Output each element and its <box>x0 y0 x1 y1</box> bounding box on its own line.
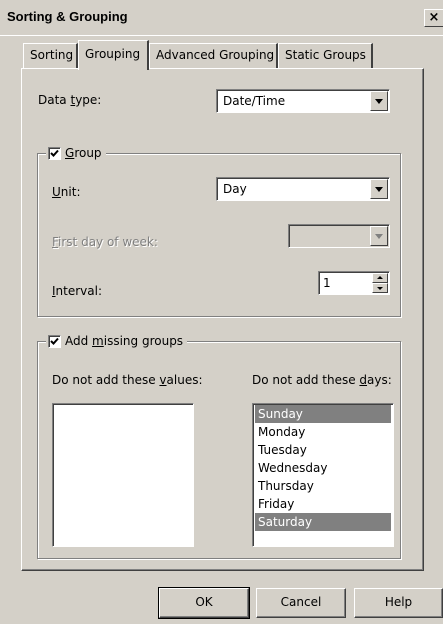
cancel-button[interactable]: Cancel <box>256 588 346 618</box>
list-item-monday[interactable]: Monday <box>255 423 391 441</box>
ok-button[interactable]: OK <box>158 587 250 619</box>
tab-advanced-grouping[interactable]: Advanced Grouping <box>149 43 278 68</box>
data-type-value: Date/Time <box>223 94 286 108</box>
arrow-up-icon <box>377 276 383 279</box>
tab-label: Static Groups <box>285 48 366 62</box>
tab-sorting[interactable]: Sorting <box>23 43 78 68</box>
list-item-friday[interactable]: Friday <box>255 495 391 513</box>
first-day-dropdown-button[interactable] <box>370 226 388 246</box>
group-checkbox[interactable] <box>48 146 61 160</box>
list-item-thursday[interactable]: Thursday <box>255 477 391 495</box>
group-label: Group <box>65 146 102 160</box>
interval-spinner[interactable]: 1 <box>318 271 390 295</box>
missing-groups-checkbox-row[interactable]: Add missing groups <box>46 333 188 349</box>
list-item-wednesday[interactable]: Wednesday <box>255 459 391 477</box>
group-checkbox-row[interactable]: Group <box>46 145 106 161</box>
days-listbox[interactable]: Sunday Monday Tuesday Wednesday Thursday… <box>252 403 394 547</box>
arrow-down-icon <box>377 287 383 290</box>
values-listbox[interactable] <box>52 403 194 547</box>
list-item-tuesday[interactable]: Tuesday <box>255 441 391 459</box>
days-list-label: Do not add these days: <box>252 373 392 387</box>
chevron-down-icon <box>375 234 383 239</box>
window-title: Sorting & Grouping <box>7 9 128 24</box>
unit-combo[interactable]: Day <box>216 177 390 201</box>
tab-label: Grouping <box>85 47 141 61</box>
data-type-combo[interactable]: Date/Time <box>216 89 390 113</box>
first-day-combo[interactable] <box>288 224 390 248</box>
tab-static-groups[interactable]: Static Groups <box>278 43 373 68</box>
chevron-down-icon <box>375 187 383 192</box>
missing-groups-label: Add missing groups <box>65 334 184 348</box>
help-button[interactable]: Help <box>354 588 443 618</box>
list-item-sunday[interactable]: Sunday <box>255 405 391 423</box>
spin-up-button[interactable] <box>372 273 388 283</box>
first-day-label: First day of week: <box>52 235 158 249</box>
checkmark-icon <box>50 149 59 157</box>
data-type-dropdown-button[interactable] <box>370 91 388 111</box>
data-type-label: Data type: <box>38 93 102 107</box>
chevron-down-icon <box>375 99 383 104</box>
unit-label: Unit: <box>52 185 81 199</box>
missing-groups-checkbox[interactable] <box>48 334 61 348</box>
spin-down-button[interactable] <box>372 283 388 293</box>
tab-grouping[interactable]: Grouping <box>78 40 149 70</box>
interval-label: Interval: <box>52 284 103 298</box>
close-button[interactable]: × <box>424 9 443 27</box>
tab-label: Sorting <box>30 48 74 62</box>
tab-label: Advanced Grouping <box>156 48 275 62</box>
interval-value[interactable]: 1 <box>323 276 331 290</box>
list-item-saturday[interactable]: Saturday <box>255 513 391 531</box>
values-list-label: Do not add these values: <box>52 373 203 387</box>
unit-value: Day <box>223 182 247 196</box>
close-icon: × <box>428 10 440 25</box>
checkmark-icon <box>50 337 59 345</box>
unit-dropdown-button[interactable] <box>370 179 388 199</box>
